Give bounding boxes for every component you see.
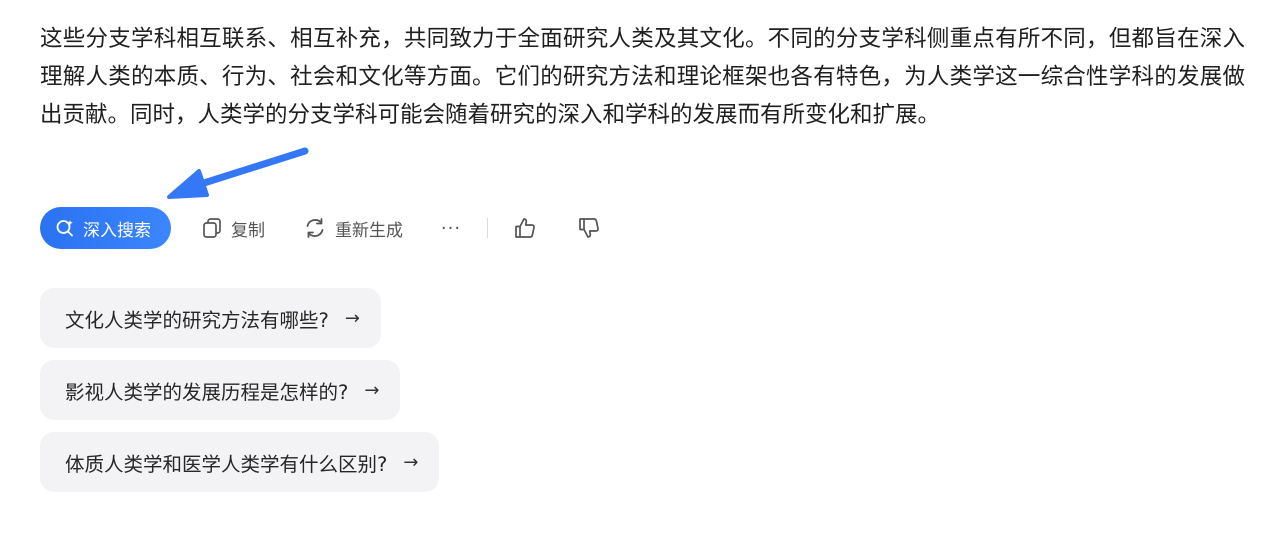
arrow-right-icon: → [344, 307, 360, 329]
arrow-right-icon: → [364, 379, 380, 401]
message-actions: 深入搜索 复制 重新生成 ··· [40, 207, 609, 249]
suggestion-item[interactable]: 文化人类学的研究方法有哪些? → [40, 288, 381, 348]
annotation-arrow [167, 147, 309, 199]
more-dots-icon: ··· [440, 217, 462, 239]
more-button[interactable]: ··· [439, 218, 463, 239]
search-sparkle-icon [56, 220, 73, 237]
regenerate-label: 重新生成 [335, 220, 403, 241]
answer-paragraph: 这些分支学科相互联系、相互补充，共同致力于全面研究人类及其文化。不同的分支学科侧… [40, 26, 1245, 128]
deep-search-button[interactable]: 深入搜索 [40, 207, 171, 249]
copy-label: 复制 [231, 220, 265, 241]
thumb-up-icon [515, 218, 535, 238]
suggestion-item[interactable]: 影视人类学的发展历程是怎样的? → [40, 360, 401, 420]
thumb-up-button[interactable] [513, 216, 545, 240]
suggestion-text: 文化人类学的研究方法有哪些? [65, 308, 329, 332]
regenerate-button[interactable]: 重新生成 [303, 216, 403, 241]
suggestion-item[interactable]: 体质人类学和医学人类学有什么区别? → [40, 432, 440, 492]
refresh-icon [306, 218, 324, 238]
suggested-questions: 文化人类学的研究方法有哪些? → 影视人类学的发展历程是怎样的? → 体质人类学… [40, 288, 440, 504]
suggestion-text: 影视人类学的发展历程是怎样的? [65, 380, 349, 404]
arrow-right-icon: → [403, 451, 419, 473]
divider [487, 218, 488, 238]
deep-search-label: 深入搜索 [83, 220, 151, 241]
thumb-down-icon [579, 218, 599, 238]
suggestion-text: 体质人类学和医学人类学有什么区别? [65, 452, 388, 476]
thumb-down-button[interactable] [577, 216, 609, 240]
copy-button[interactable]: 复制 [201, 216, 265, 241]
copy-icon [203, 218, 221, 238]
